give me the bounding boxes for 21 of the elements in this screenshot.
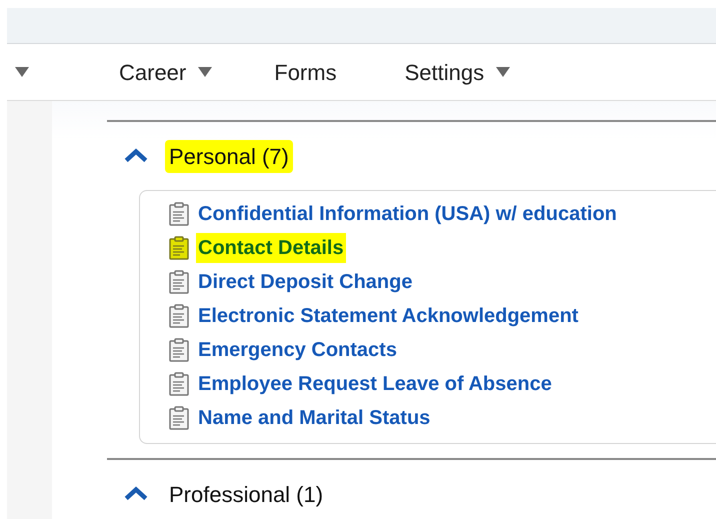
form-link[interactable]: Direct Deposit Change	[196, 267, 414, 297]
clipboard-icon	[168, 202, 190, 226]
nav-menu-item[interactable]: Forms	[274, 56, 337, 88]
section-title[interactable]: Professional (1)	[165, 478, 328, 510]
clipboard-icon	[168, 236, 190, 260]
clipboard-icon	[168, 406, 190, 430]
collapse-caret-icon[interactable]	[123, 486, 149, 502]
nav-menu-item[interactable]: Settings	[404, 56, 510, 88]
form-link[interactable]: Emergency Contacts	[196, 335, 399, 365]
clipboard-icon	[168, 304, 190, 328]
clipboard-icon	[168, 372, 190, 396]
nav-menu-item[interactable]: Career	[119, 56, 212, 88]
form-link[interactable]: Contact Details	[196, 233, 346, 263]
clipboard-icon	[168, 338, 190, 362]
collapse-caret-icon[interactable]	[123, 148, 149, 164]
form-link[interactable]: Employee Request Leave of Absence	[196, 369, 554, 399]
form-link[interactable]: Electronic Statement Acknowledgement	[196, 301, 580, 331]
form-link[interactable]: Confidential Information (USA) w/ education	[196, 199, 619, 229]
clipboard-icon	[168, 270, 190, 294]
form-link[interactable]: Name and Marital Status	[196, 403, 432, 433]
section-title[interactable]: Personal (7)	[165, 140, 293, 172]
